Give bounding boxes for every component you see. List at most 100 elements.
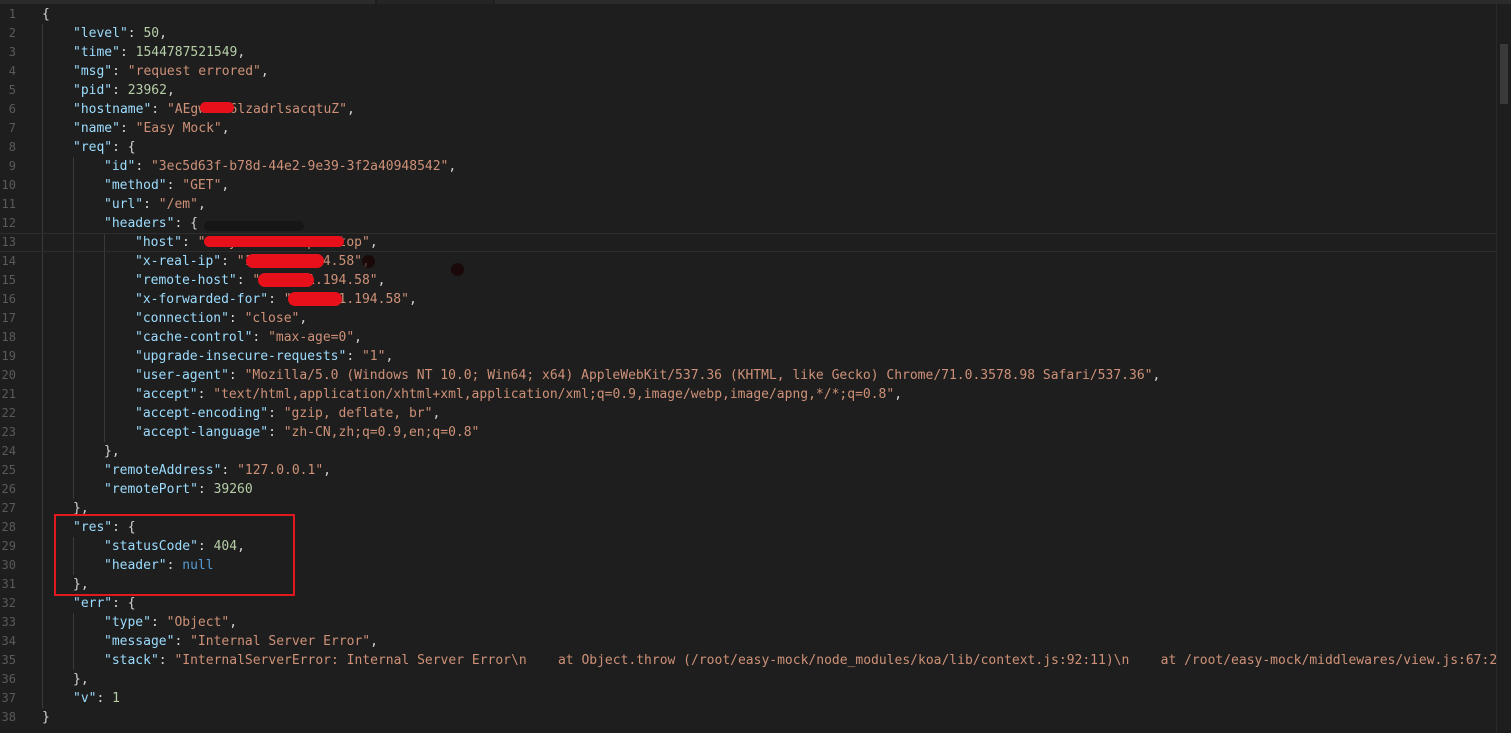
line-number: 4 — [8, 64, 16, 78]
code-line[interactable]: 21 "accept": "text/html,application/xhtml… — [0, 385, 1497, 404]
code-token: : — [268, 425, 284, 440]
code-lines[interactable]: 1{2 "level": 50, 3 "time": 1544787521549, 4 "… — [0, 5, 1511, 727]
code-line[interactable]: 22 "accept-encoding": "gzip, deflate, br"… — [0, 404, 1497, 423]
code-line[interactable]: 19 "upgrade-insecure-requests": "1", — [0, 347, 1497, 366]
code-line[interactable]: 11 "url": "/em", — [0, 195, 1497, 214]
code-token: , — [197, 197, 206, 212]
code-token: "message" — [104, 634, 175, 649]
code-token: , — [323, 463, 331, 478]
code-line[interactable]: 5 "pid": 23962, — [0, 81, 1497, 100]
code-text: "connection": "close", — [135, 309, 307, 328]
code-text: "cache-control": "max-age=0", — [135, 328, 362, 347]
code-line[interactable]: 36}, — [0, 670, 1497, 689]
code-token: : — [221, 463, 238, 478]
code-token: "remote-host" — [135, 273, 237, 288]
code-line[interactable]: 17 "connection": "close", — [0, 309, 1497, 328]
code-text: "err": { — [73, 594, 136, 613]
code-line[interactable]: 25 "remoteAddress": "127.0.0.1", — [0, 461, 1497, 480]
code-token: "pid" — [73, 83, 113, 98]
code-token: "close" — [244, 311, 300, 326]
code-token: 1544787521549 — [135, 45, 238, 60]
code-line[interactable]: 26 "remotePort": 39260 — [0, 480, 1497, 499]
code-line[interactable]: 8 "req": { — [0, 138, 1497, 157]
code-text: "pid": 23962, — [73, 81, 175, 100]
code-line[interactable]: 16 "x-forwarded-for": "111.111.194.58", — [0, 290, 1497, 309]
code-token: "Internal Server Error" — [190, 634, 371, 649]
line-number: 19 — [1, 349, 16, 363]
code-line[interactable]: 37 "v": 1 — [0, 689, 1497, 708]
code-token: : { — [174, 216, 198, 231]
code-token: , — [894, 387, 903, 402]
code-text: "url": "/em", — [104, 195, 206, 214]
code-line[interactable]: 4 "msg": "request errored", — [0, 62, 1497, 81]
code-token: "url" — [104, 197, 144, 212]
code-token: "Easy Mock" — [135, 121, 222, 136]
code-token: 1 — [112, 691, 120, 706]
code-text: "user-agent": "Mozilla/5.0 (Windows NT 1… — [135, 366, 1160, 385]
line-number: 34 — [1, 634, 16, 648]
code-token: : — [166, 178, 183, 193]
line-number: 38 — [1, 710, 16, 724]
code-line[interactable]: 23 "accept-language": "zh-CN,zh;q=0.9,en;… — [0, 423, 1497, 442]
code-token: : — [174, 634, 191, 649]
code-token: "method" — [104, 178, 167, 193]
vertical-scrollbar[interactable] — [1496, 4, 1511, 733]
line-number: 12 — [1, 216, 16, 230]
code-token: , — [448, 159, 457, 174]
line-number: 5 — [8, 83, 16, 97]
code-token: : — [119, 121, 136, 136]
code-line[interactable]: 24}, — [0, 442, 1497, 461]
code-line[interactable]: 35 "stack": "InternalServerError: Interna… — [0, 651, 1511, 670]
code-token: "zh-CN,zh;q=0.9,en;q=0.8" — [283, 425, 480, 440]
code-text: "type": "Object", — [104, 613, 237, 632]
code-token: : — [228, 368, 245, 383]
code-token: : — [236, 273, 253, 288]
code-line[interactable]: 32 "err": { — [0, 594, 1497, 613]
line-number: 21 — [1, 387, 16, 401]
code-token: "err" — [73, 596, 113, 611]
code-line[interactable]: 20 "user-agent": "Mozilla/5.0 (Windows NT… — [0, 366, 1497, 385]
code-line[interactable]: 18 "cache-control": "max-age=0", — [0, 328, 1497, 347]
code-token: : — [96, 691, 113, 706]
code-token: "user-agent" — [135, 368, 229, 383]
code-text: "msg": "request errored", — [73, 62, 269, 81]
code-text: "level": 50, — [73, 24, 167, 43]
code-line[interactable]: 1{ — [0, 5, 1497, 24]
code-token: "request errored" — [127, 64, 261, 79]
line-number: 9 — [8, 159, 16, 173]
code-token: "accept-language" — [135, 425, 269, 440]
redaction-stroke — [204, 221, 304, 231]
code-token: : — [151, 102, 167, 117]
scrollbar-thumb[interactable] — [1500, 44, 1508, 104]
code-token: : — [181, 235, 198, 250]
code-token: : — [228, 311, 245, 326]
code-line[interactable]: 38} — [0, 708, 1497, 727]
line-number: 18 — [1, 330, 16, 344]
code-token: "Object" — [166, 615, 230, 630]
code-text: "remotePort": 39260 — [104, 480, 253, 499]
code-token: "name" — [73, 121, 120, 136]
code-line[interactable]: 7 "name": "Easy Mock", — [0, 119, 1497, 138]
code-token: , — [221, 121, 230, 136]
code-token: : — [119, 45, 136, 60]
code-line[interactable]: 10 "method": "GET", — [0, 176, 1497, 195]
line-number: 3 — [8, 45, 16, 59]
code-line[interactable]: 9 "id": "3ec5d63f-b78d-44e2-9e39-3f2a4094… — [0, 157, 1497, 176]
code-line[interactable]: 34 "message": "Internal Server Error", — [0, 632, 1497, 651]
code-line[interactable]: 2 "level": 50, — [0, 24, 1497, 43]
code-token: : — [268, 292, 284, 307]
code-line[interactable]: 33 "type": "Object", — [0, 613, 1497, 632]
code-editor[interactable]: 1{2 "level": 50, 3 "time": 1544787521549, 4 "… — [0, 0, 1511, 733]
code-token: , — [159, 26, 167, 41]
code-token: : — [346, 349, 362, 364]
line-number: 30 — [1, 558, 16, 572]
code-text: "v": 1 — [73, 689, 120, 708]
line-number: 13 — [1, 235, 16, 249]
line-number: 29 — [1, 539, 16, 553]
code-token: "remoteAddress" — [104, 463, 222, 478]
code-text: }, — [73, 670, 89, 689]
code-line[interactable]: 14"x-real-ip": "111.111.194.58", — [0, 252, 1497, 271]
code-line[interactable]: 15 "remote-host": "111.111.194.58", — [0, 271, 1497, 290]
code-line[interactable]: 3 "time": 1544787521549, — [0, 43, 1497, 62]
code-token: : — [150, 615, 167, 630]
